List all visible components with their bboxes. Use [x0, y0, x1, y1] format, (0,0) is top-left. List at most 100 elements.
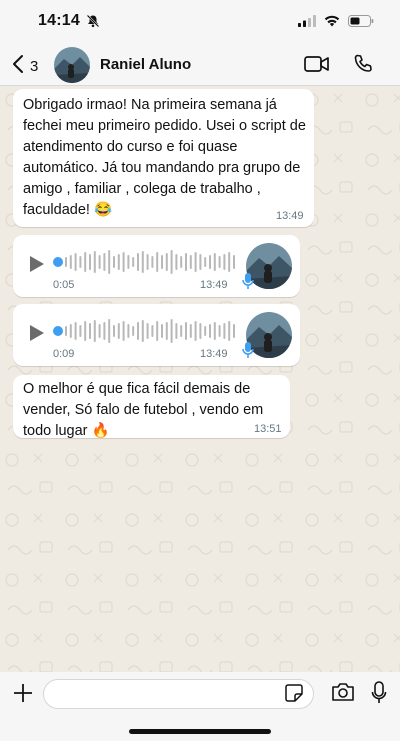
waveform-bar: [223, 323, 226, 339]
phone-call-icon[interactable]: [352, 53, 374, 80]
voice-waveform[interactable]: [63, 317, 239, 345]
waveform-bar: [98, 255, 101, 269]
waveform-bar: [185, 322, 187, 340]
message-time: 13:51: [254, 423, 282, 435]
battery-icon: [348, 14, 374, 32]
camera-icon[interactable]: [331, 682, 355, 707]
chat-area[interactable]: Obrigado irmao! Na primeira semana já fe…: [0, 86, 400, 672]
waveform-bar: [194, 321, 197, 341]
waveform-bar: [218, 256, 221, 268]
waveform-bar: [117, 254, 120, 270]
playback-slider-handle[interactable]: [53, 326, 63, 336]
chevron-left-icon: [12, 54, 24, 79]
waveform-bar: [141, 320, 144, 342]
waveform-bar: [127, 255, 130, 269]
waveform-bar: [69, 324, 72, 338]
home-indicator: [129, 729, 271, 734]
waveform-bar: [103, 253, 106, 271]
chat-header: 3 Raniel Aluno: [0, 44, 400, 86]
waveform-bar: [151, 256, 154, 268]
waveform-bar: [194, 252, 197, 272]
waveform-bar: [132, 257, 135, 267]
waveform-bar: [137, 253, 139, 271]
sticker-icon[interactable]: [285, 684, 303, 707]
video-call-icon[interactable]: [304, 54, 330, 79]
message-time: 13:49: [200, 279, 228, 291]
waveform-bar: [175, 323, 178, 339]
back-button[interactable]: 3: [12, 54, 38, 79]
plus-icon[interactable]: [12, 682, 34, 709]
message-text: Obrigado irmao! Na primeira semana já fe…: [23, 97, 306, 218]
microphone-icon: [242, 341, 254, 364]
waveform-bar: [161, 324, 163, 338]
waveform-bar: [108, 319, 111, 343]
status-time: 14:14: [38, 12, 80, 29]
waveform-bar: [132, 326, 135, 336]
voice-message[interactable]: 0:05 13:49: [13, 235, 300, 297]
waveform-bar: [69, 255, 72, 269]
microphone-icon[interactable]: [371, 681, 387, 710]
waveform-bar: [84, 252, 87, 272]
waveform-bar: [113, 256, 115, 268]
waveform-bar: [137, 322, 139, 340]
message-time: 13:49: [200, 348, 228, 360]
waveform-bar: [233, 255, 235, 269]
play-icon[interactable]: [29, 324, 45, 347]
waveform-bar: [228, 252, 231, 272]
waveform-bar: [156, 321, 159, 341]
waveform-bar: [209, 255, 211, 269]
waveform-bar: [213, 253, 216, 271]
waveform-bar: [209, 324, 211, 338]
voice-waveform[interactable]: [63, 248, 239, 276]
waveform-bar: [204, 257, 207, 267]
waveform-bar: [170, 319, 173, 343]
message-text: O melhor é que fica fácil demais de vend…: [23, 381, 264, 439]
waveform-bar: [89, 254, 91, 270]
incoming-message[interactable]: O melhor é que fica fácil demais de vend…: [13, 375, 290, 439]
waveform-bar: [204, 326, 207, 336]
waveform-bar: [161, 255, 163, 269]
waveform-bar: [117, 323, 120, 339]
waveform-bar: [74, 322, 77, 340]
voice-duration: 0:05: [53, 279, 75, 291]
waveform-bar: [151, 325, 154, 337]
waveform-bar: [84, 321, 87, 341]
waveform-bar: [199, 254, 202, 270]
incoming-message[interactable]: Obrigado irmao! Na primeira semana já fe…: [13, 89, 314, 227]
play-icon[interactable]: [29, 255, 45, 278]
waveform-bar: [98, 324, 101, 338]
waveform-bar: [103, 322, 106, 340]
waveform-bar: [165, 322, 168, 340]
message-input[interactable]: [43, 679, 314, 709]
contact-name[interactable]: Raniel Aluno: [100, 56, 191, 73]
waveform-bar: [141, 251, 144, 273]
waveform-bar: [146, 323, 149, 339]
waveform-bar: [89, 323, 91, 339]
waveform-bar: [213, 322, 216, 340]
cellular-signal-icon: [298, 14, 316, 32]
waveform-bar: [79, 325, 82, 337]
waveform-bar: [65, 257, 67, 267]
waveform-bar: [122, 252, 125, 272]
waveform-bar: [74, 253, 77, 271]
waveform-bar: [108, 250, 111, 274]
waveform-bar: [165, 253, 168, 271]
waveform-bar: [218, 325, 221, 337]
waveform-bar: [79, 256, 82, 268]
waveform-bar: [180, 256, 183, 268]
microphone-icon: [242, 272, 254, 295]
waveform-bar: [122, 321, 125, 341]
message-time: 13:49: [276, 210, 304, 222]
waveform-bar: [180, 325, 183, 337]
composer-bar: [0, 672, 400, 741]
playback-slider-handle[interactable]: [53, 257, 63, 267]
waveform-bar: [156, 252, 159, 272]
waveform-bar: [233, 324, 235, 338]
waveform-bar: [127, 324, 130, 338]
voice-message[interactable]: 0:09 13:49: [13, 304, 300, 366]
status-bar: 14:14: [0, 0, 400, 44]
waveform-bar: [185, 253, 187, 271]
waveform-bar: [113, 325, 115, 337]
contact-avatar[interactable]: [54, 47, 90, 83]
waveform-bar: [223, 254, 226, 270]
